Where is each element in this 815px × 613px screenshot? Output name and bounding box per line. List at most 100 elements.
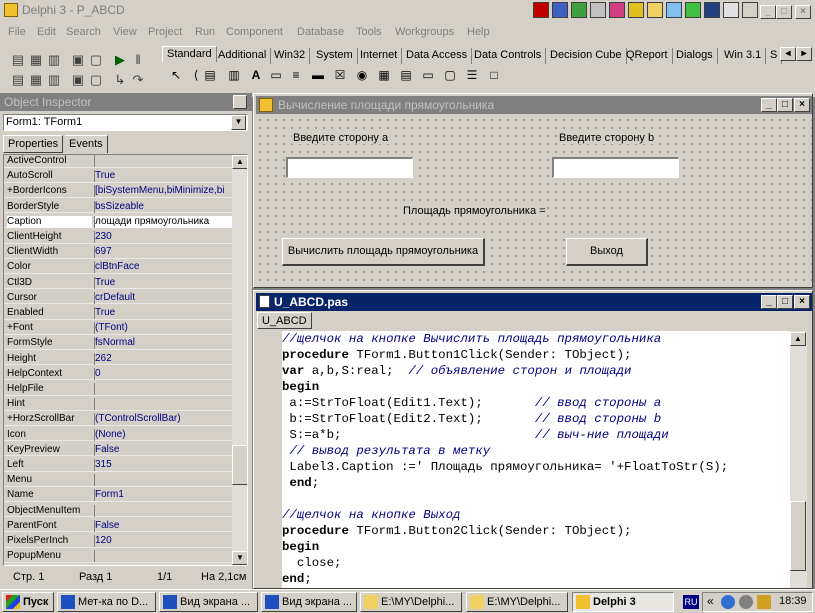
property-row[interactable]: KeyPreview False xyxy=(4,443,232,457)
tab-internet[interactable]: Internet xyxy=(356,48,403,64)
toolbar-icon-4[interactable] xyxy=(590,2,606,18)
edit-side-b[interactable] xyxy=(552,157,679,178)
toolbar-icon-5[interactable] xyxy=(609,2,625,18)
code-line[interactable]: S:=a*b; // выч-ние площади xyxy=(282,427,668,443)
property-value[interactable]: 230 xyxy=(94,231,232,243)
editor-scroll-thumb[interactable] xyxy=(790,501,806,571)
panel-icon[interactable]: □ xyxy=(486,67,502,83)
radiogroup-icon[interactable]: ☰ xyxy=(464,67,480,83)
tab-data-access[interactable]: Data Access xyxy=(402,48,473,64)
chevron-down-icon[interactable]: ▼ xyxy=(231,115,246,130)
tab-dialogs[interactable]: Dialogs xyxy=(672,48,718,64)
start-button[interactable]: Пуск xyxy=(2,592,54,612)
scheduler-icon[interactable] xyxy=(757,595,771,609)
property-value[interactable]: fsNormal xyxy=(94,337,232,350)
menu-component[interactable]: Component xyxy=(226,26,283,38)
menu-run[interactable]: Run xyxy=(195,26,215,38)
add-file-icon[interactable]: ▢ xyxy=(88,52,104,68)
pause-icon[interactable]: ‖ xyxy=(130,52,146,68)
memo-icon[interactable]: ≡ xyxy=(288,67,304,83)
toolbar-icon-9[interactable] xyxy=(685,2,701,18)
editor-scrollbar[interactable]: ▲ xyxy=(790,331,807,588)
property-grid-scrollbar[interactable]: ▲ ▼ xyxy=(232,155,247,565)
button-icon[interactable]: ▬ xyxy=(310,67,326,83)
property-row[interactable]: AutoScroll True xyxy=(4,170,232,183)
property-row[interactable]: BorderStyle bsSizeable xyxy=(4,200,232,214)
code-line[interactable]: end; xyxy=(282,571,312,587)
property-value[interactable]: (TControlScrollBar) xyxy=(94,413,232,426)
property-row[interactable]: PopupMenu xyxy=(4,550,232,563)
editor-minimize-button[interactable]: _ xyxy=(761,295,777,309)
scroll-down-icon[interactable]: ▼ xyxy=(232,551,247,565)
menu-workgroups[interactable]: Workgroups xyxy=(395,26,454,38)
code-line[interactable]: begin xyxy=(282,379,319,395)
property-value[interactable]: [biSystemMenu,biMinimize,bi xyxy=(94,185,232,198)
tab-additional[interactable]: Additional xyxy=(214,48,272,64)
radiobutton-icon[interactable]: ◉ xyxy=(354,67,370,83)
property-value[interactable]: False xyxy=(94,443,232,456)
property-row[interactable]: Cursor crDefault xyxy=(4,291,232,305)
trace-into-icon[interactable]: ↳ xyxy=(112,72,128,88)
code-line[interactable]: Label3.Caption :=' Площадь прямоугольник… xyxy=(282,459,728,475)
new-icon[interactable]: ▤ xyxy=(10,52,26,68)
settings-icon[interactable] xyxy=(739,595,753,609)
form-title-bar[interactable]: Вычисление площади прямоугольника _ □ × xyxy=(256,96,812,114)
checkbox-icon[interactable]: ☒ xyxy=(332,67,348,83)
toolbar-icon-12[interactable] xyxy=(742,2,758,18)
property-value[interactable] xyxy=(94,474,232,487)
toolbar-icon-3[interactable] xyxy=(571,2,587,18)
view-form-icon[interactable]: ▢ xyxy=(88,72,104,88)
code-line[interactable]: // вывод результата в метку xyxy=(282,443,490,459)
property-value[interactable]: лощади прямоугольника xyxy=(94,215,232,228)
property-row[interactable]: Hint xyxy=(4,398,232,411)
inspector-close-icon[interactable]: × xyxy=(233,95,247,109)
property-value[interactable]: 262 xyxy=(94,352,232,365)
code-line[interactable]: //щелчок на кнопке Вычислить площадь пря… xyxy=(282,331,661,347)
property-value[interactable]: 315 xyxy=(94,459,232,471)
tray-expand-icon[interactable]: « xyxy=(707,594,714,608)
property-row[interactable]: Icon (None) xyxy=(4,428,232,442)
exit-button[interactable]: Выход xyxy=(566,238,648,266)
toolbar-icon-10[interactable] xyxy=(704,2,720,18)
scroll-thumb[interactable] xyxy=(232,445,247,485)
palette-scroll-right-icon[interactable]: ▸ xyxy=(796,47,812,61)
remove-file-icon[interactable]: ▥ xyxy=(46,72,62,88)
menu-search[interactable]: Search xyxy=(66,26,101,38)
tab-properties[interactable]: Properties xyxy=(3,135,64,153)
property-value[interactable]: 120 xyxy=(94,535,232,547)
taskbar-button-3[interactable]: Вид экрана ... xyxy=(261,592,357,612)
scroll-up-icon[interactable]: ▲ xyxy=(232,155,247,169)
taskbar-button-2[interactable]: Вид экрана ... xyxy=(159,592,258,612)
taskbar-button-4[interactable]: E:\MY\Delphi... xyxy=(360,592,462,612)
editor-close-button[interactable]: × xyxy=(794,295,810,309)
property-row[interactable]: ClientWidth 697 xyxy=(4,246,232,259)
property-row[interactable]: FormStyle fsNormal xyxy=(4,337,232,350)
property-row[interactable]: Height 262 xyxy=(4,352,232,366)
toolbar-icon-2[interactable] xyxy=(552,2,568,18)
editor-scroll-up-icon[interactable]: ▲ xyxy=(790,332,806,346)
pointer-icon[interactable]: ↖ xyxy=(168,67,184,83)
property-row[interactable]: Caption лощади прямоугольника xyxy=(4,215,232,229)
property-row[interactable]: ObjectMenuItem xyxy=(4,504,232,518)
tab-win32[interactable]: Win32 xyxy=(270,48,311,64)
object-selector-combo[interactable]: Form1: TForm1 ▼ xyxy=(3,114,248,131)
property-row[interactable]: Color clBtnFace xyxy=(4,261,232,274)
property-value[interactable]: crDefault xyxy=(94,291,232,304)
property-value[interactable]: True xyxy=(94,170,232,183)
menu-help[interactable]: Help xyxy=(467,26,490,38)
tab-events[interactable]: Events xyxy=(65,135,108,153)
code-line[interactable]: end; xyxy=(282,475,319,491)
property-value[interactable]: True xyxy=(94,276,232,289)
code-line[interactable]: procedure TForm1.Button2Click(Sender: TO… xyxy=(282,523,631,539)
editor-title-bar[interactable]: U_ABCD.pas _ □ × xyxy=(256,293,812,311)
tab-standard[interactable]: Standard xyxy=(162,46,217,62)
tab-win31[interactable]: Win 3.1 xyxy=(720,48,767,64)
close-button[interactable]: × xyxy=(795,5,811,19)
property-value[interactable]: (None) xyxy=(94,428,232,441)
open-project-icon[interactable]: ▣ xyxy=(70,52,86,68)
property-row[interactable]: Ctl3D True xyxy=(4,276,232,290)
code-area[interactable]: //щелчок на кнопке Вычислить площадь пря… xyxy=(282,331,790,588)
property-value[interactable]: (TFont) xyxy=(94,322,232,335)
taskbar-button-6[interactable]: Delphi 3 xyxy=(572,592,674,612)
property-row[interactable]: ActiveControl xyxy=(4,155,232,168)
